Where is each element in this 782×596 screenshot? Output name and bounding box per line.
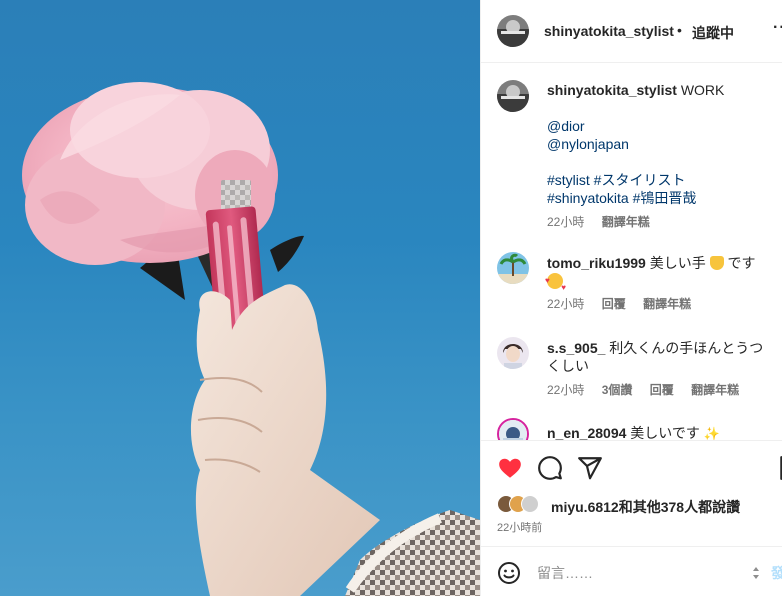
reply-button[interactable]: 回覆 [650,383,674,397]
translate-button[interactable]: 翻譯年糕 [643,297,691,311]
hand [190,284,380,596]
post-image[interactable] [0,0,480,596]
hashtag-line[interactable]: #shinyatokita #鴇田晋哉 [547,189,777,207]
caption-avatar[interactable] [497,80,529,112]
likes-summary[interactable]: miyu.6812和其他378人都說讚 [497,495,782,515]
post-actions: miyu.6812和其他378人都說讚 22小時前 [481,440,782,550]
comment-likes[interactable]: 3個讚 [602,383,633,397]
chevron-updown-icon[interactable] [752,564,760,582]
post-photo-illustration [22,82,480,596]
mention-link[interactable]: @dior [547,117,777,135]
following-button[interactable]: 追蹤中 [692,23,734,43]
commenter-avatar[interactable] [497,337,529,369]
comment-time: 22小時 [547,297,585,311]
comment-icon[interactable] [537,455,563,481]
liker-avatar [521,495,539,513]
commenter-avatar[interactable] [497,252,529,284]
reply-button[interactable]: 回覆 [602,297,626,311]
header-separator: • [677,22,682,38]
comment-text: 美しいです [630,425,700,440]
commenter-username[interactable]: n_en_28094 [547,425,626,440]
comment-input[interactable] [537,563,737,583]
caption-text: WORK [680,82,725,98]
post-side-panel: shinyatokita_stylist • 追蹤中 ··· shinyatok… [480,0,782,596]
translate-button[interactable]: 翻譯年糕 [691,383,739,397]
sparkles-icon: ✨ [703,426,720,440]
heart-icon[interactable] [497,455,523,481]
hashtag-line[interactable]: #stylist #スタイリスト [547,171,777,189]
bookmark-icon[interactable] [777,455,782,481]
caption-time: 22小時 [547,215,585,229]
hand-emoji-icon [709,256,724,270]
translate-button[interactable]: 翻譯年糕 [602,215,650,229]
comment-text-tail: です [727,255,756,271]
commenter-username[interactable]: tomo_riku1999 [547,255,646,271]
more-icon[interactable]: ··· [773,19,782,37]
comment-time: 22小時 [547,383,585,397]
commenter-username[interactable]: s.s_905_ [547,340,605,356]
likes-count[interactable]: miyu.6812和其他378人都說讚 [551,497,740,517]
caption-username[interactable]: shinyatokita_stylist [547,82,677,98]
author-avatar[interactable] [497,15,529,47]
mention-link[interactable]: @nylonjapan [547,135,777,153]
share-icon[interactable] [577,455,603,481]
commenter-avatar-story[interactable] [497,418,529,440]
comment-text: 美しい手 [649,255,706,271]
comments-list[interactable]: shinyatokita_stylist WORK @dior @nylonja… [481,63,782,440]
post-header: shinyatokita_stylist • 追蹤中 ··· [481,0,782,63]
post-timestamp: 22小時前 [497,522,543,534]
smiling-face-hearts-icon: ♥ ♥ [545,273,566,292]
emoji-icon[interactable] [497,561,521,585]
post-comment-button[interactable]: 發 [771,563,782,583]
add-comment-bar: 發 [481,546,782,596]
author-username[interactable]: shinyatokita_stylist [544,23,674,39]
